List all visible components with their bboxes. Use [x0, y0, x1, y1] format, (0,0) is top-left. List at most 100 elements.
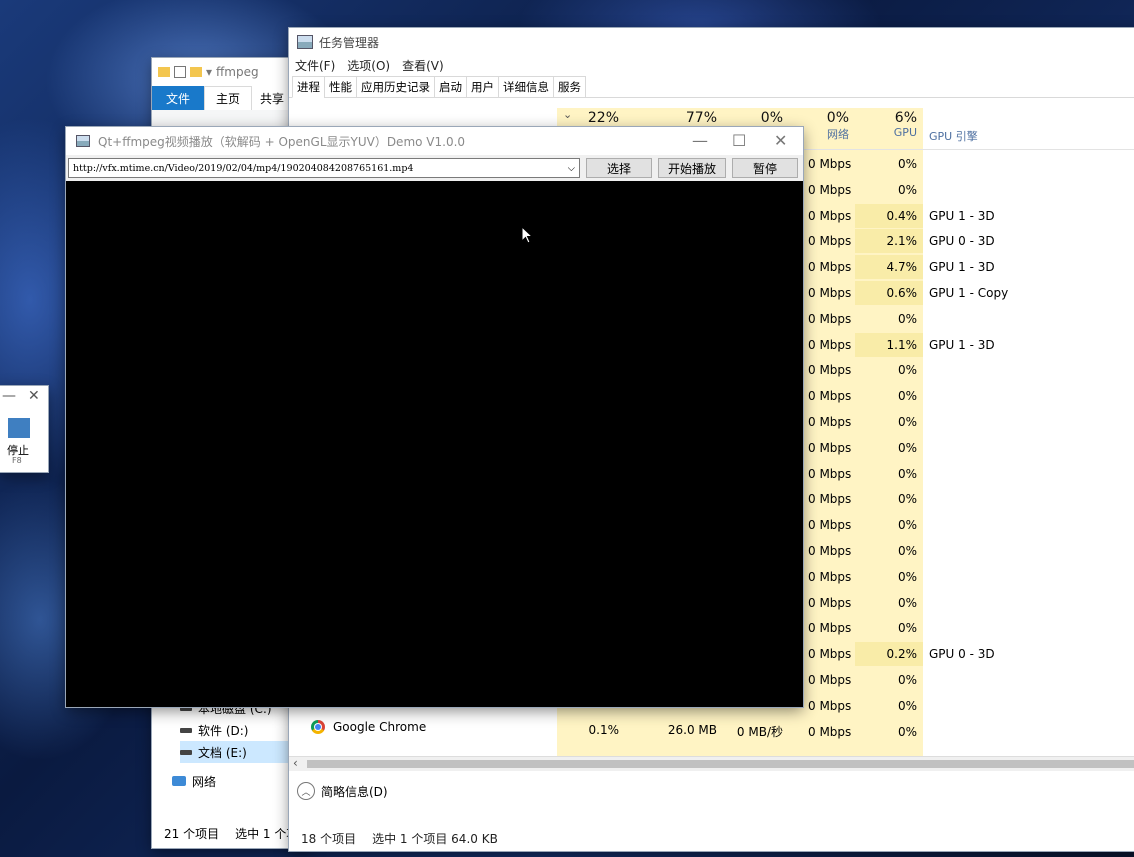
process-count: 18 个项目 — [301, 832, 357, 846]
taskmgr-statusbar: 18 个项目 选中 1 个项目 64.0 KB — [301, 830, 498, 847]
drive-icon — [180, 749, 192, 755]
row-gpu: 0% — [897, 699, 917, 713]
stop-panel: — ✕ 停止 F8 — [0, 386, 48, 472]
tab-users[interactable]: 用户 — [466, 76, 499, 98]
chrome-memory: 26.0 MB — [667, 723, 717, 737]
menu-options[interactable]: 选项(O) — [347, 57, 390, 74]
url-combobox[interactable]: http://vfx.mtime.cn/Video/2019/02/04/mp4… — [68, 158, 580, 178]
network-icon — [172, 776, 186, 786]
qt-titlebar: Qt+ffmpeg视频播放（软解码 + OpenGL显示YUV）Demo V1.… — [66, 127, 803, 155]
folder-icon — [190, 67, 202, 77]
tab-file[interactable]: 文件 — [152, 86, 204, 110]
scrollbar-thumb[interactable] — [307, 760, 1134, 768]
row-gpu-engine: GPU 1 - 3D — [929, 209, 995, 223]
app-icon — [76, 135, 90, 147]
taskmgr-title: 任务管理器 — [319, 35, 380, 50]
row-gpu: 0% — [897, 183, 917, 197]
row-gpu-engine: GPU 1 - 3D — [929, 260, 995, 274]
chrome-icon — [311, 720, 325, 734]
minimize-button[interactable]: — — [2, 388, 16, 404]
row-gpu: 0% — [897, 441, 917, 455]
explorer-ribbon-tabs: 文件 主页 共享 — [152, 86, 312, 110]
gpu-engine-column-header[interactable]: GPU 引擎 — [929, 128, 978, 144]
select-button[interactable]: 选择 — [586, 158, 652, 178]
drive-icon — [180, 727, 192, 733]
tab-services[interactable]: 服务 — [553, 76, 586, 98]
close-icon[interactable]: ✕ — [774, 131, 787, 150]
memory-percent: 77% — [685, 110, 717, 126]
play-button[interactable]: 开始播放 — [658, 158, 726, 178]
maximize-icon[interactable]: ☐ — [732, 131, 746, 150]
video-display[interactable] — [66, 181, 803, 707]
row-gpu-engine: GPU 1 - Copy — [929, 286, 1009, 300]
dropdown-icon[interactable]: ▾ — [206, 65, 212, 79]
row-gpu: 0% — [897, 544, 917, 558]
pause-button[interactable]: 暂停 — [732, 158, 798, 178]
network-percent: 0% — [826, 110, 849, 126]
tab-share[interactable]: 共享 — [252, 86, 292, 110]
stop-icon[interactable] — [8, 418, 30, 438]
network-label: 网络 — [192, 774, 217, 789]
tab-details[interactable]: 详细信息 — [498, 76, 554, 98]
tab-processes[interactable]: 进程 — [292, 76, 325, 98]
taskmgr-menubar: 文件(F) 选项(O) 查看(V) — [289, 56, 1134, 74]
row-gpu: 0% — [897, 415, 917, 429]
close-button[interactable]: ✕ — [28, 388, 40, 404]
player-toolbar: http://vfx.mtime.cn/Video/2019/02/04/mp4… — [66, 155, 803, 181]
selection-info: 选中 1 个项目 64.0 KB — [372, 832, 498, 846]
gpu-label: GPU — [893, 126, 917, 139]
process-row-chrome[interactable]: Google Chrome — [311, 720, 426, 734]
drive-d[interactable]: 软件 (D:) — [180, 719, 288, 741]
fewer-details-button[interactable]: ︿ 简略信息(D) — [297, 782, 388, 800]
process-name: Google Chrome — [333, 720, 427, 734]
chevron-up-icon: ︿ — [297, 782, 315, 800]
explorer-title: ffmpeg — [216, 65, 259, 79]
explorer-titlebar: ▾ ffmpeg — [152, 58, 312, 86]
tab-performance[interactable]: 性能 — [324, 76, 357, 98]
cpu-percent: 22% — [587, 110, 619, 126]
tab-home[interactable]: 主页 — [204, 86, 252, 110]
row-gpu: 0% — [897, 363, 917, 377]
horizontal-scrollbar[interactable]: ‹ — [289, 756, 1134, 771]
row-gpu: 2.1% — [886, 234, 918, 248]
row-gpu: 0% — [897, 621, 917, 635]
window-title: Qt+ffmpeg视频播放（软解码 + OpenGL显示YUV）Demo V1.… — [98, 134, 466, 149]
row-gpu: 0.6% — [886, 286, 918, 300]
gpu-column-header[interactable]: 6% GPU — [857, 110, 917, 139]
explorer-statusbar: 21 个项目 选中 1 个项 — [164, 825, 298, 842]
chevron-down-icon[interactable]: ⌵ — [568, 163, 575, 174]
drive-label: 文档 (E:) — [198, 745, 247, 760]
mouse-cursor-icon — [521, 226, 533, 244]
row-gpu: 0% — [897, 725, 917, 739]
row-gpu: 0% — [897, 157, 917, 171]
scroll-left-icon[interactable]: ‹ — [293, 756, 298, 770]
qt-player-window: Qt+ffmpeg视频播放（软解码 + OpenGL显示YUV）Demo V1.… — [66, 127, 803, 707]
menu-view[interactable]: 查看(V) — [402, 57, 444, 74]
cpu-column-header[interactable]: 22% — [561, 110, 619, 126]
drive-e[interactable]: 文档 (E:) — [180, 741, 288, 763]
row-gpu: 0.4% — [886, 209, 918, 223]
row-gpu: 0% — [897, 673, 917, 687]
watermark-text: @稀土掘金技术社区 — [950, 817, 1103, 837]
tab-startup[interactable]: 启动 — [434, 76, 467, 98]
row-gpu-engine: GPU 1 - 3D — [929, 338, 995, 352]
checkbox-icon[interactable] — [174, 66, 186, 78]
gpu-engine-label: GPU 引擎 — [929, 130, 978, 143]
disk-column-header[interactable]: 0% — [727, 110, 783, 126]
chrome-disk: 0 MB/秒 — [736, 725, 783, 739]
row-gpu: 0% — [897, 312, 917, 326]
nav-network[interactable]: 网络 — [172, 770, 280, 792]
row-gpu-engine: GPU 0 - 3D — [929, 234, 995, 248]
tab-app-history[interactable]: 应用历史记录 — [356, 76, 435, 98]
drive-label: 软件 (D:) — [198, 723, 249, 738]
stop-shortcut: F8 — [12, 456, 22, 465]
row-gpu: 1.1% — [886, 338, 918, 352]
memory-column-header[interactable]: 77% — [627, 110, 717, 126]
item-count: 21 个项目 — [164, 827, 220, 841]
minimize-icon[interactable]: — — [692, 131, 708, 150]
menu-file[interactable]: 文件(F) — [295, 57, 335, 74]
row-gpu: 0% — [897, 467, 917, 481]
disk-percent: 0% — [760, 110, 783, 126]
row-gpu: 4.7% — [886, 260, 918, 274]
row-gpu: 0% — [897, 596, 917, 610]
